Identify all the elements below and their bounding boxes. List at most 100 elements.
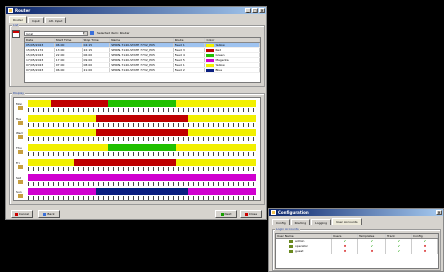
- day-schedule-bar[interactable]: [28, 173, 256, 181]
- cancel-icon: [14, 212, 18, 216]
- day-row: Sun: [16, 187, 258, 201]
- config-titlebar[interactable]: Configuration ×: [269, 209, 443, 216]
- color-swatch: [206, 68, 215, 72]
- list-item[interactable]: 07/05/2023 06:00 21:00 SERIN-7140-STATE 773…: [25, 68, 260, 73]
- next-button[interactable]: Next: [215, 210, 237, 218]
- schedule-segment[interactable]: [28, 158, 74, 166]
- calendar-icon[interactable]: [12, 30, 20, 38]
- color-name: Yellow: [215, 43, 225, 47]
- tab-router[interactable]: Router: [9, 16, 27, 23]
- schedule-segment[interactable]: [96, 188, 188, 196]
- day-schedule-bar[interactable]: [28, 158, 256, 166]
- filter-icon[interactable]: [90, 31, 94, 35]
- col-track[interactable]: Track: [386, 234, 412, 238]
- day-icon: [18, 106, 23, 110]
- schedule-segment[interactable]: [107, 144, 177, 152]
- tab-logging[interactable]: Logging: [311, 219, 332, 225]
- week-view[interactable]: Mon Tue Wed Thu Fri Sat Sun: [13, 97, 261, 201]
- cross-icon[interactable]: ✖: [412, 249, 438, 254]
- col-users[interactable]: Users: [332, 234, 358, 238]
- schedule-segment[interactable]: [176, 100, 256, 107]
- close-window-button[interactable]: ×: [259, 8, 265, 13]
- cell-start: 07:00: [55, 63, 83, 67]
- schedule-segment[interactable]: [28, 129, 97, 137]
- cell-date: 07/05/2023: [25, 68, 55, 72]
- close-label: Close: [248, 212, 258, 216]
- cancel-button[interactable]: Cancel: [11, 210, 33, 218]
- tab-user-accounts[interactable]: User Accounts: [332, 218, 362, 225]
- day-icon: [18, 120, 23, 125]
- maximize-button[interactable]: □: [252, 8, 258, 13]
- color-name: Yellow: [215, 63, 225, 67]
- cell-stop: 06:00: [83, 53, 111, 57]
- main-title: Router: [15, 8, 31, 13]
- schedule-segment[interactable]: [176, 158, 256, 166]
- day-icon: [18, 164, 23, 169]
- minimize-button[interactable]: _: [245, 8, 251, 13]
- tab-routing[interactable]: Routing: [290, 219, 311, 225]
- cell-stop: 09:00: [83, 58, 111, 62]
- color-name: Magenta: [215, 58, 229, 62]
- main-titlebar[interactable]: Router _ □ ×: [6, 7, 266, 14]
- day-schedule-bar[interactable]: [28, 100, 256, 107]
- route-dropdown-value: local: [26, 32, 33, 36]
- config-close-button[interactable]: ×: [436, 210, 442, 215]
- day-schedule-bar[interactable]: [28, 188, 256, 196]
- color-name: Green: [215, 53, 225, 57]
- color-swatch: [206, 63, 215, 67]
- day-schedule-bar[interactable]: [28, 144, 256, 152]
- schedule-segment[interactable]: [96, 129, 188, 137]
- schedule-segment[interactable]: [28, 173, 256, 181]
- schedule-segment[interactable]: [28, 188, 97, 196]
- cancel-label: Cancel: [18, 212, 30, 216]
- schedule-segment[interactable]: [73, 158, 177, 166]
- time-scale: [28, 122, 256, 127]
- schedule-segment[interactable]: [187, 114, 256, 122]
- schedule-list[interactable]: Date Start Time Stop Time Name Route Col…: [24, 37, 261, 83]
- schedule-segment[interactable]: [96, 114, 188, 122]
- col-name[interactable]: Name: [110, 38, 174, 42]
- col-date[interactable]: Date: [25, 38, 55, 42]
- user-name: admin: [295, 239, 305, 243]
- schedule-segment[interactable]: [187, 188, 256, 196]
- user-accounts-list[interactable]: User Name Users Templates Track Config a…: [275, 233, 439, 269]
- col-start[interactable]: Start Time: [55, 38, 83, 42]
- col-color[interactable]: Color: [205, 38, 260, 42]
- day-schedule-bar[interactable]: [28, 114, 256, 122]
- cross-icon[interactable]: ✖: [332, 249, 358, 254]
- schedule-segment[interactable]: [28, 100, 51, 107]
- col-user-name[interactable]: User Name: [276, 234, 332, 238]
- schedule-segment[interactable]: [107, 100, 154, 107]
- cell-stop: 21:00: [83, 68, 111, 72]
- tab-input[interactable]: Input: [27, 17, 44, 23]
- cell-color: Blue: [205, 68, 260, 72]
- back-arrow-icon: [43, 212, 47, 216]
- tab-alt-input[interactable]: Alt. Input: [44, 17, 67, 23]
- col-config[interactable]: Config: [412, 234, 438, 238]
- back-button[interactable]: Back: [38, 210, 60, 218]
- schedule-segment[interactable]: [28, 114, 97, 122]
- col-stop[interactable]: Stop Time: [83, 38, 111, 42]
- tab-config[interactable]: Config: [272, 219, 290, 225]
- route-dropdown[interactable]: local ▾: [24, 31, 88, 36]
- schedule-segment[interactable]: [187, 129, 256, 137]
- close-button[interactable]: Close: [240, 210, 262, 218]
- schedule-segment[interactable]: [28, 144, 108, 152]
- schedule-segment[interactable]: [176, 144, 256, 152]
- cell-color: Red: [205, 48, 260, 52]
- time-scale: [28, 166, 256, 171]
- cell-name: SERIN-7140-STATE 7732_P05: [110, 48, 174, 52]
- time-scale: [28, 196, 256, 201]
- user-row[interactable]: guest ✖ ✖ ✔ ✖: [276, 249, 438, 254]
- col-templates[interactable]: Templates: [358, 234, 386, 238]
- col-route[interactable]: Route: [174, 38, 206, 42]
- schedule-segment[interactable]: [50, 100, 108, 107]
- cell-start: 17:00: [55, 58, 83, 62]
- day-schedule-bar[interactable]: [28, 129, 256, 137]
- chevron-down-icon[interactable]: ▾: [83, 32, 87, 35]
- next-arrow-icon: [220, 212, 224, 216]
- cell-route: Feed 1: [174, 63, 206, 67]
- check-icon[interactable]: ✔: [386, 249, 412, 254]
- cross-icon[interactable]: ✖: [358, 249, 386, 254]
- schedule-segment[interactable]: [153, 100, 177, 107]
